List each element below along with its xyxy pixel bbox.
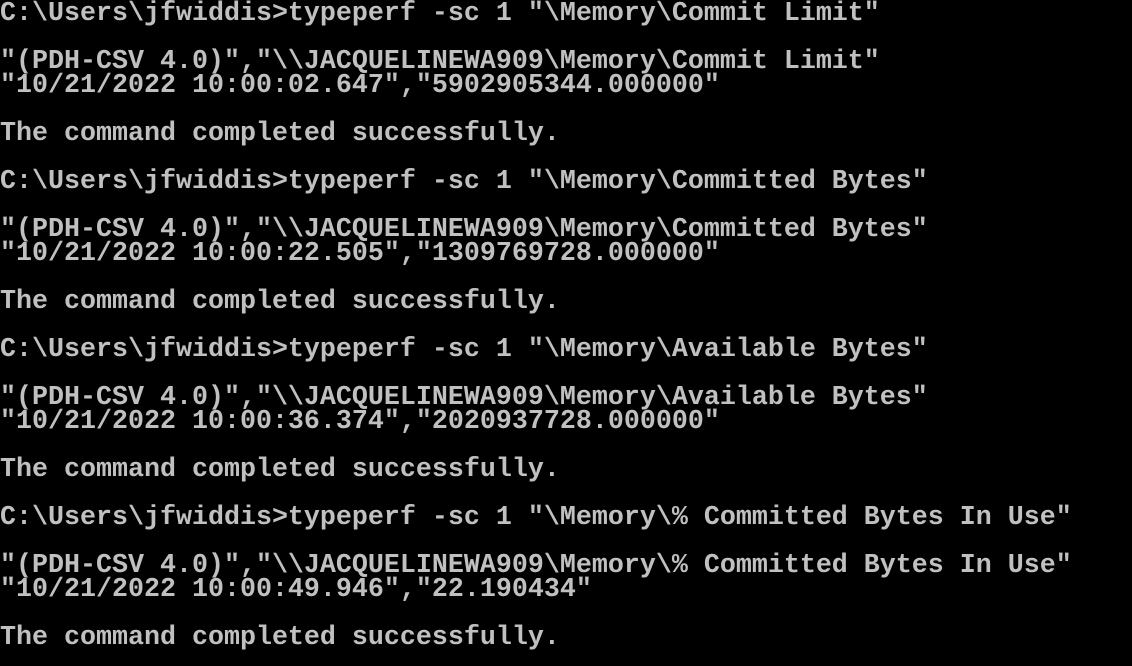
output-line: "10/21/2022 10:00:49.946","22.190434" (0, 575, 592, 605)
command-line: C:\Users\jfwiddis>typeperf -sc 1 "\Memor… (0, 503, 1072, 533)
output-line: "10/21/2022 10:00:36.374","2020937728.00… (0, 407, 720, 437)
command-line: C:\Users\jfwiddis>typeperf -sc 1 "\Memor… (0, 167, 928, 197)
output-line: The command completed successfully. (0, 455, 560, 485)
terminal-output[interactable]: C:\Users\jfwiddis>typeperf -sc 1 "\Memor… (0, 0, 1132, 653)
output-line: The command completed successfully. (0, 623, 560, 653)
output-line: The command completed successfully. (0, 119, 560, 149)
command-line: C:\Users\jfwiddis>typeperf -sc 1 "\Memor… (0, 335, 928, 365)
command-line: C:\Users\jfwiddis>typeperf -sc 1 "\Memor… (0, 0, 880, 29)
output-line: "10/21/2022 10:00:02.647","5902905344.00… (0, 71, 720, 101)
output-line: "10/21/2022 10:00:22.505","1309769728.00… (0, 239, 720, 269)
output-line: The command completed successfully. (0, 287, 560, 317)
